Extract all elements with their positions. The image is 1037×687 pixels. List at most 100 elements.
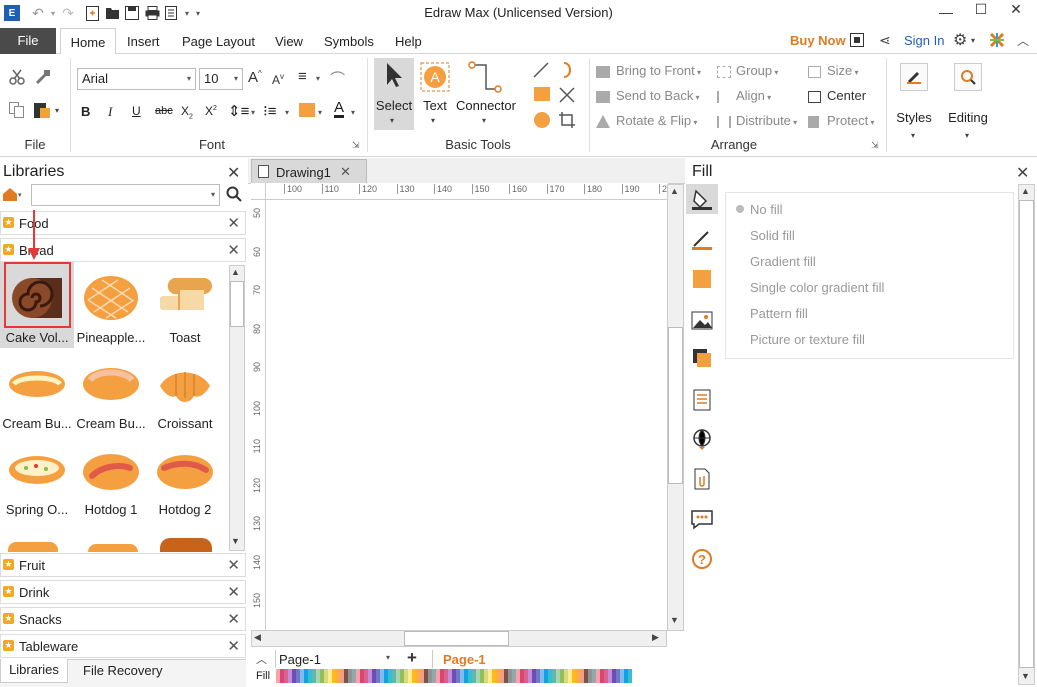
- scroll-down-icon[interactable]: ▼: [231, 536, 240, 546]
- fill-option-no-fill[interactable]: No fill: [750, 202, 783, 217]
- line-style-icon[interactable]: [690, 228, 714, 252]
- dropdown-icon[interactable]: ▾: [316, 74, 320, 83]
- radio-selected-icon[interactable]: [736, 205, 744, 213]
- fill-option-picture[interactable]: Picture or texture fill: [750, 332, 865, 347]
- close-category-icon[interactable]: ✕: [227, 556, 240, 574]
- fill-option-single-gradient[interactable]: Single color gradient fill: [750, 280, 884, 295]
- collapse-ribbon-icon[interactable]: ︿: [1017, 32, 1029, 49]
- tab-libraries[interactable]: Libraries: [0, 659, 68, 683]
- tab-file-recovery[interactable]: File Recovery: [83, 663, 162, 678]
- cross-tool-icon[interactable]: [558, 86, 576, 107]
- library-category-tableware[interactable]: ★ Tableware ✕: [0, 634, 246, 658]
- active-page-tab[interactable]: Page-1: [432, 650, 502, 668]
- paste-icon[interactable]: [33, 101, 53, 122]
- file-menu[interactable]: File: [0, 28, 56, 54]
- cart-icon[interactable]: [850, 33, 864, 47]
- connector-tool-button[interactable]: Connector ▾: [455, 58, 517, 130]
- shape-item[interactable]: Spring O...: [0, 434, 74, 520]
- dropdown-icon[interactable]: ▾: [285, 108, 289, 117]
- dropdown-icon[interactable]: ▾: [55, 106, 59, 115]
- highlight-color-icon[interactable]: [299, 103, 315, 117]
- shape-item[interactable]: Croissant: [148, 348, 222, 434]
- fill-option-pattern[interactable]: Pattern fill: [750, 306, 808, 321]
- library-home-icon[interactable]: [2, 186, 18, 205]
- close-category-icon[interactable]: ✕: [227, 214, 240, 232]
- comment-icon[interactable]: [690, 507, 714, 531]
- color-palette[interactable]: [276, 669, 632, 683]
- library-category-snacks[interactable]: ★ Snacks ✕: [0, 607, 246, 631]
- dropdown-icon[interactable]: ▾: [351, 108, 355, 117]
- tab-help[interactable]: Help: [395, 28, 422, 54]
- fill-scroll-thumb[interactable]: [1019, 200, 1034, 668]
- library-scroll-thumb[interactable]: [230, 281, 244, 327]
- dropdown-icon[interactable]: ▾: [251, 108, 255, 117]
- format-painter-icon[interactable]: [35, 69, 51, 88]
- shrink-font-icon[interactable]: Av: [272, 72, 284, 87]
- rectangle-tool-icon[interactable]: [534, 87, 550, 101]
- drawing-canvas[interactable]: [267, 201, 667, 630]
- sign-in-link[interactable]: Sign In: [904, 33, 944, 48]
- arrange-dialog-launcher-icon[interactable]: ⇲: [871, 140, 879, 151]
- share-icon[interactable]: ⋖: [879, 32, 891, 49]
- tab-page-layout[interactable]: Page Layout: [182, 28, 255, 54]
- close-category-icon[interactable]: ✕: [227, 241, 240, 259]
- strikethrough-icon[interactable]: abc: [155, 105, 173, 117]
- shape-item[interactable]: Toast: [148, 262, 222, 348]
- copy-icon[interactable]: [9, 102, 25, 121]
- scroll-down-icon[interactable]: ▼: [1021, 671, 1030, 681]
- settings-gear-icon[interactable]: ⚙: [953, 30, 967, 50]
- paragraph-align-icon[interactable]: ≡: [298, 68, 307, 85]
- close-window-button[interactable]: ✕: [1001, 1, 1031, 21]
- canvas-vscroll-thumb[interactable]: [668, 327, 683, 484]
- editing-button[interactable]: Editing ▾: [945, 58, 991, 146]
- properties-icon[interactable]: [690, 388, 714, 412]
- color-swatch[interactable]: [628, 669, 632, 683]
- shape-item[interactable]: Cream Bu...: [0, 348, 74, 434]
- library-category-drink[interactable]: ★ Drink ✕: [0, 580, 246, 604]
- italic-icon[interactable]: I: [108, 104, 112, 120]
- font-family-select[interactable]: Arial ▾: [77, 68, 196, 90]
- scroll-left-icon[interactable]: ◀: [254, 632, 261, 643]
- add-page-icon[interactable]: +: [407, 648, 417, 668]
- cut-icon[interactable]: [9, 69, 25, 88]
- attachment-icon[interactable]: [690, 467, 714, 491]
- scroll-right-icon[interactable]: ▶: [652, 632, 659, 643]
- subscript-icon[interactable]: X2: [181, 104, 193, 120]
- crop-tool-icon[interactable]: [558, 111, 576, 132]
- bring-to-front-button[interactable]: Bring to Front ▾: [596, 63, 701, 78]
- superscript-icon[interactable]: X2: [205, 104, 217, 118]
- dropdown-icon[interactable]: ▾: [18, 191, 22, 199]
- fill-bucket-icon[interactable]: [690, 187, 714, 211]
- minimize-button[interactable]: —: [931, 4, 961, 24]
- hyperlink-globe-icon[interactable]: [690, 427, 714, 451]
- dropdown-icon[interactable]: ▾: [318, 108, 322, 117]
- styles-button[interactable]: Styles ▾: [893, 58, 935, 146]
- theme-icon[interactable]: [989, 32, 1005, 51]
- close-fill-panel-button[interactable]: ✕: [1016, 163, 1029, 183]
- font-dialog-launcher-icon[interactable]: ⇲: [352, 140, 360, 151]
- distribute-button[interactable]: Distribute ▾: [717, 113, 797, 128]
- shadow-color-icon[interactable]: [693, 270, 711, 288]
- size-button[interactable]: Size ▾: [808, 63, 859, 78]
- group-button[interactable]: Group ▾: [717, 63, 778, 78]
- scroll-up-icon[interactable]: ▲: [231, 267, 240, 277]
- underline-icon[interactable]: U: [132, 104, 141, 118]
- select-tool-button[interactable]: Select ▾: [374, 58, 414, 130]
- fill-option-gradient[interactable]: Gradient fill: [750, 254, 816, 269]
- shape-item[interactable]: Hotdog 2: [148, 434, 222, 520]
- tab-insert[interactable]: Insert: [127, 28, 160, 54]
- protect-button[interactable]: Protect ▾: [808, 113, 874, 128]
- scroll-up-icon[interactable]: ▲: [1021, 186, 1030, 196]
- close-category-icon[interactable]: ✕: [227, 637, 240, 655]
- scroll-down-icon[interactable]: ▼: [670, 615, 679, 625]
- library-search-input[interactable]: ▾: [31, 184, 220, 206]
- close-libraries-button[interactable]: ✕: [227, 163, 240, 183]
- tab-symbols[interactable]: Symbols: [324, 28, 374, 54]
- shape-item[interactable]: Pineapple...: [74, 262, 148, 348]
- dropdown-icon[interactable]: ▾: [971, 36, 975, 45]
- tab-view[interactable]: View: [275, 28, 303, 54]
- shape-item[interactable]: Hotdog 1: [74, 434, 148, 520]
- layer-icon[interactable]: [690, 346, 714, 370]
- text-direction-icon[interactable]: ⌒: [330, 68, 345, 89]
- close-tab-icon[interactable]: ✕: [340, 164, 351, 180]
